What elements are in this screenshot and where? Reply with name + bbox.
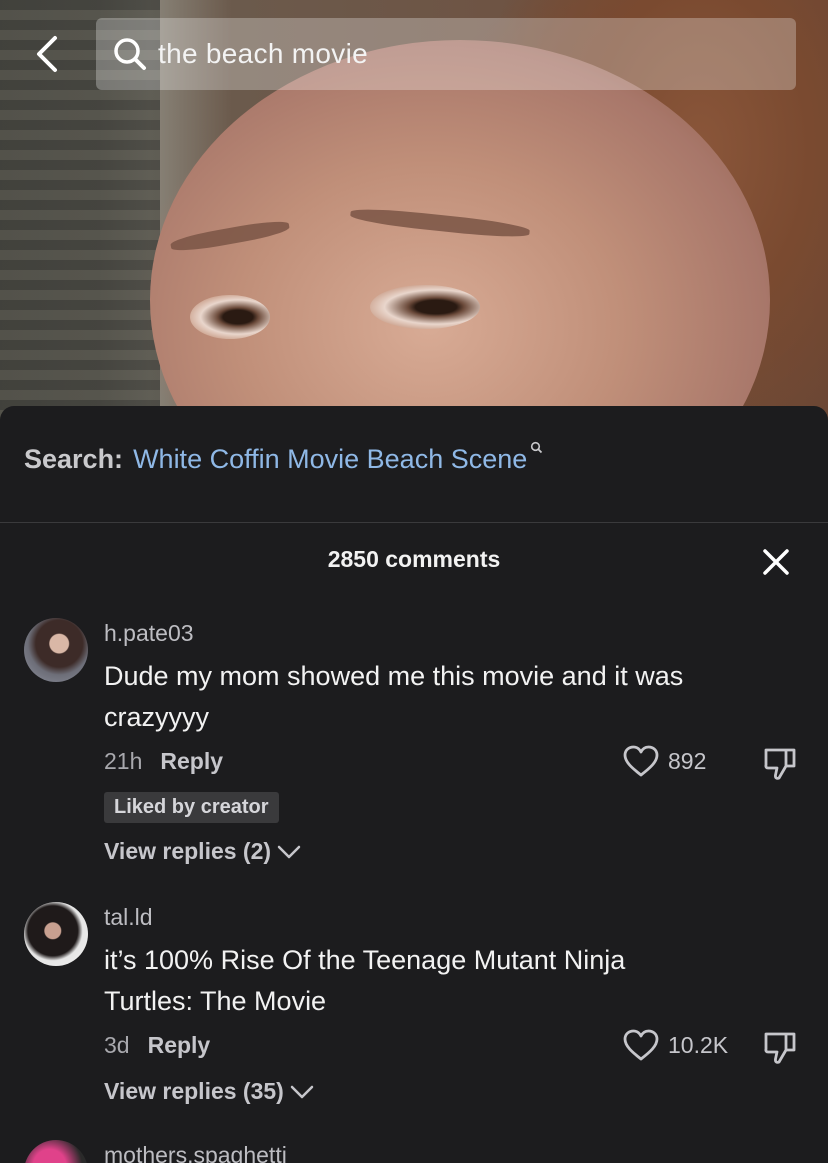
left-eye [190,295,270,339]
like-count: 892 [668,747,707,774]
comment-meta: 3d Reply [104,1032,210,1059]
view-replies-label: View replies (2) [104,838,272,864]
comments-count: 2850 comments [327,546,501,572]
search-suggestion[interactable]: Search: White Coffin Movie Beach Scene [24,441,543,475]
comment-username[interactable]: h.pate03 [104,620,194,647]
reply-button[interactable]: Reply [160,748,223,775]
small-search-icon [530,441,543,457]
search-suggestion-link[interactable]: White Coffin Movie Beach Scene [133,444,527,475]
view-replies-button[interactable]: View replies (35) [104,1078,314,1105]
comment-item: h.pate03 Dude my mom showed me this movi… [0,616,828,876]
comment-meta: 21h Reply [104,748,223,775]
right-eye [370,285,480,329]
view-replies-label: View replies (35) [104,1078,284,1104]
dislike-button[interactable] [762,746,798,782]
comment-text: it’s 100% Rise Of the Teenage Mutant Nin… [104,945,626,1016]
avatar[interactable] [24,1140,88,1163]
search-suggestion-label: Search: [24,444,124,474]
search-bar[interactable]: the beach movie [96,18,796,90]
comment-text: Dude my mom showed me this movie and it … [104,661,684,732]
dislike-button[interactable] [762,1030,798,1066]
heart-icon [623,1029,659,1061]
heart-icon [623,745,659,777]
avatar[interactable] [24,902,88,966]
reply-button[interactable]: Reply [148,1032,211,1059]
comment-username[interactable]: tal.ld [104,904,153,931]
liked-by-creator-badge: Liked by creator [104,792,279,823]
like-count: 10.2K [668,1031,729,1058]
chevron-down-icon [290,1085,314,1098]
search-query[interactable]: the beach movie [158,38,368,70]
comment-item: mothers.spaghetti [0,1140,828,1163]
like-button[interactable]: 10.2K [622,1028,728,1062]
chevron-down-icon [277,845,301,858]
like-button[interactable]: 892 [622,744,706,778]
chevron-left-icon [37,36,57,72]
comment-username[interactable]: mothers.spaghetti [104,1142,287,1163]
thumbs-down-icon [764,1032,796,1064]
search-icon [110,34,150,74]
comment-time: 21h [104,748,143,774]
divider [0,522,828,523]
back-button[interactable] [22,24,72,84]
thumbs-down-icon [764,748,796,780]
comment-item: tal.ld it’s 100% Rise Of the Teenage Mut… [0,900,828,1110]
avatar[interactable] [24,618,88,682]
close-icon [763,549,789,575]
view-replies-button[interactable]: View replies (2) [104,838,301,865]
top-bar: the beach movie [0,0,828,110]
comment-time: 3d [104,1032,130,1058]
close-button[interactable] [760,546,792,578]
comments-panel: Search: White Coffin Movie Beach Scene 2… [0,406,828,1163]
